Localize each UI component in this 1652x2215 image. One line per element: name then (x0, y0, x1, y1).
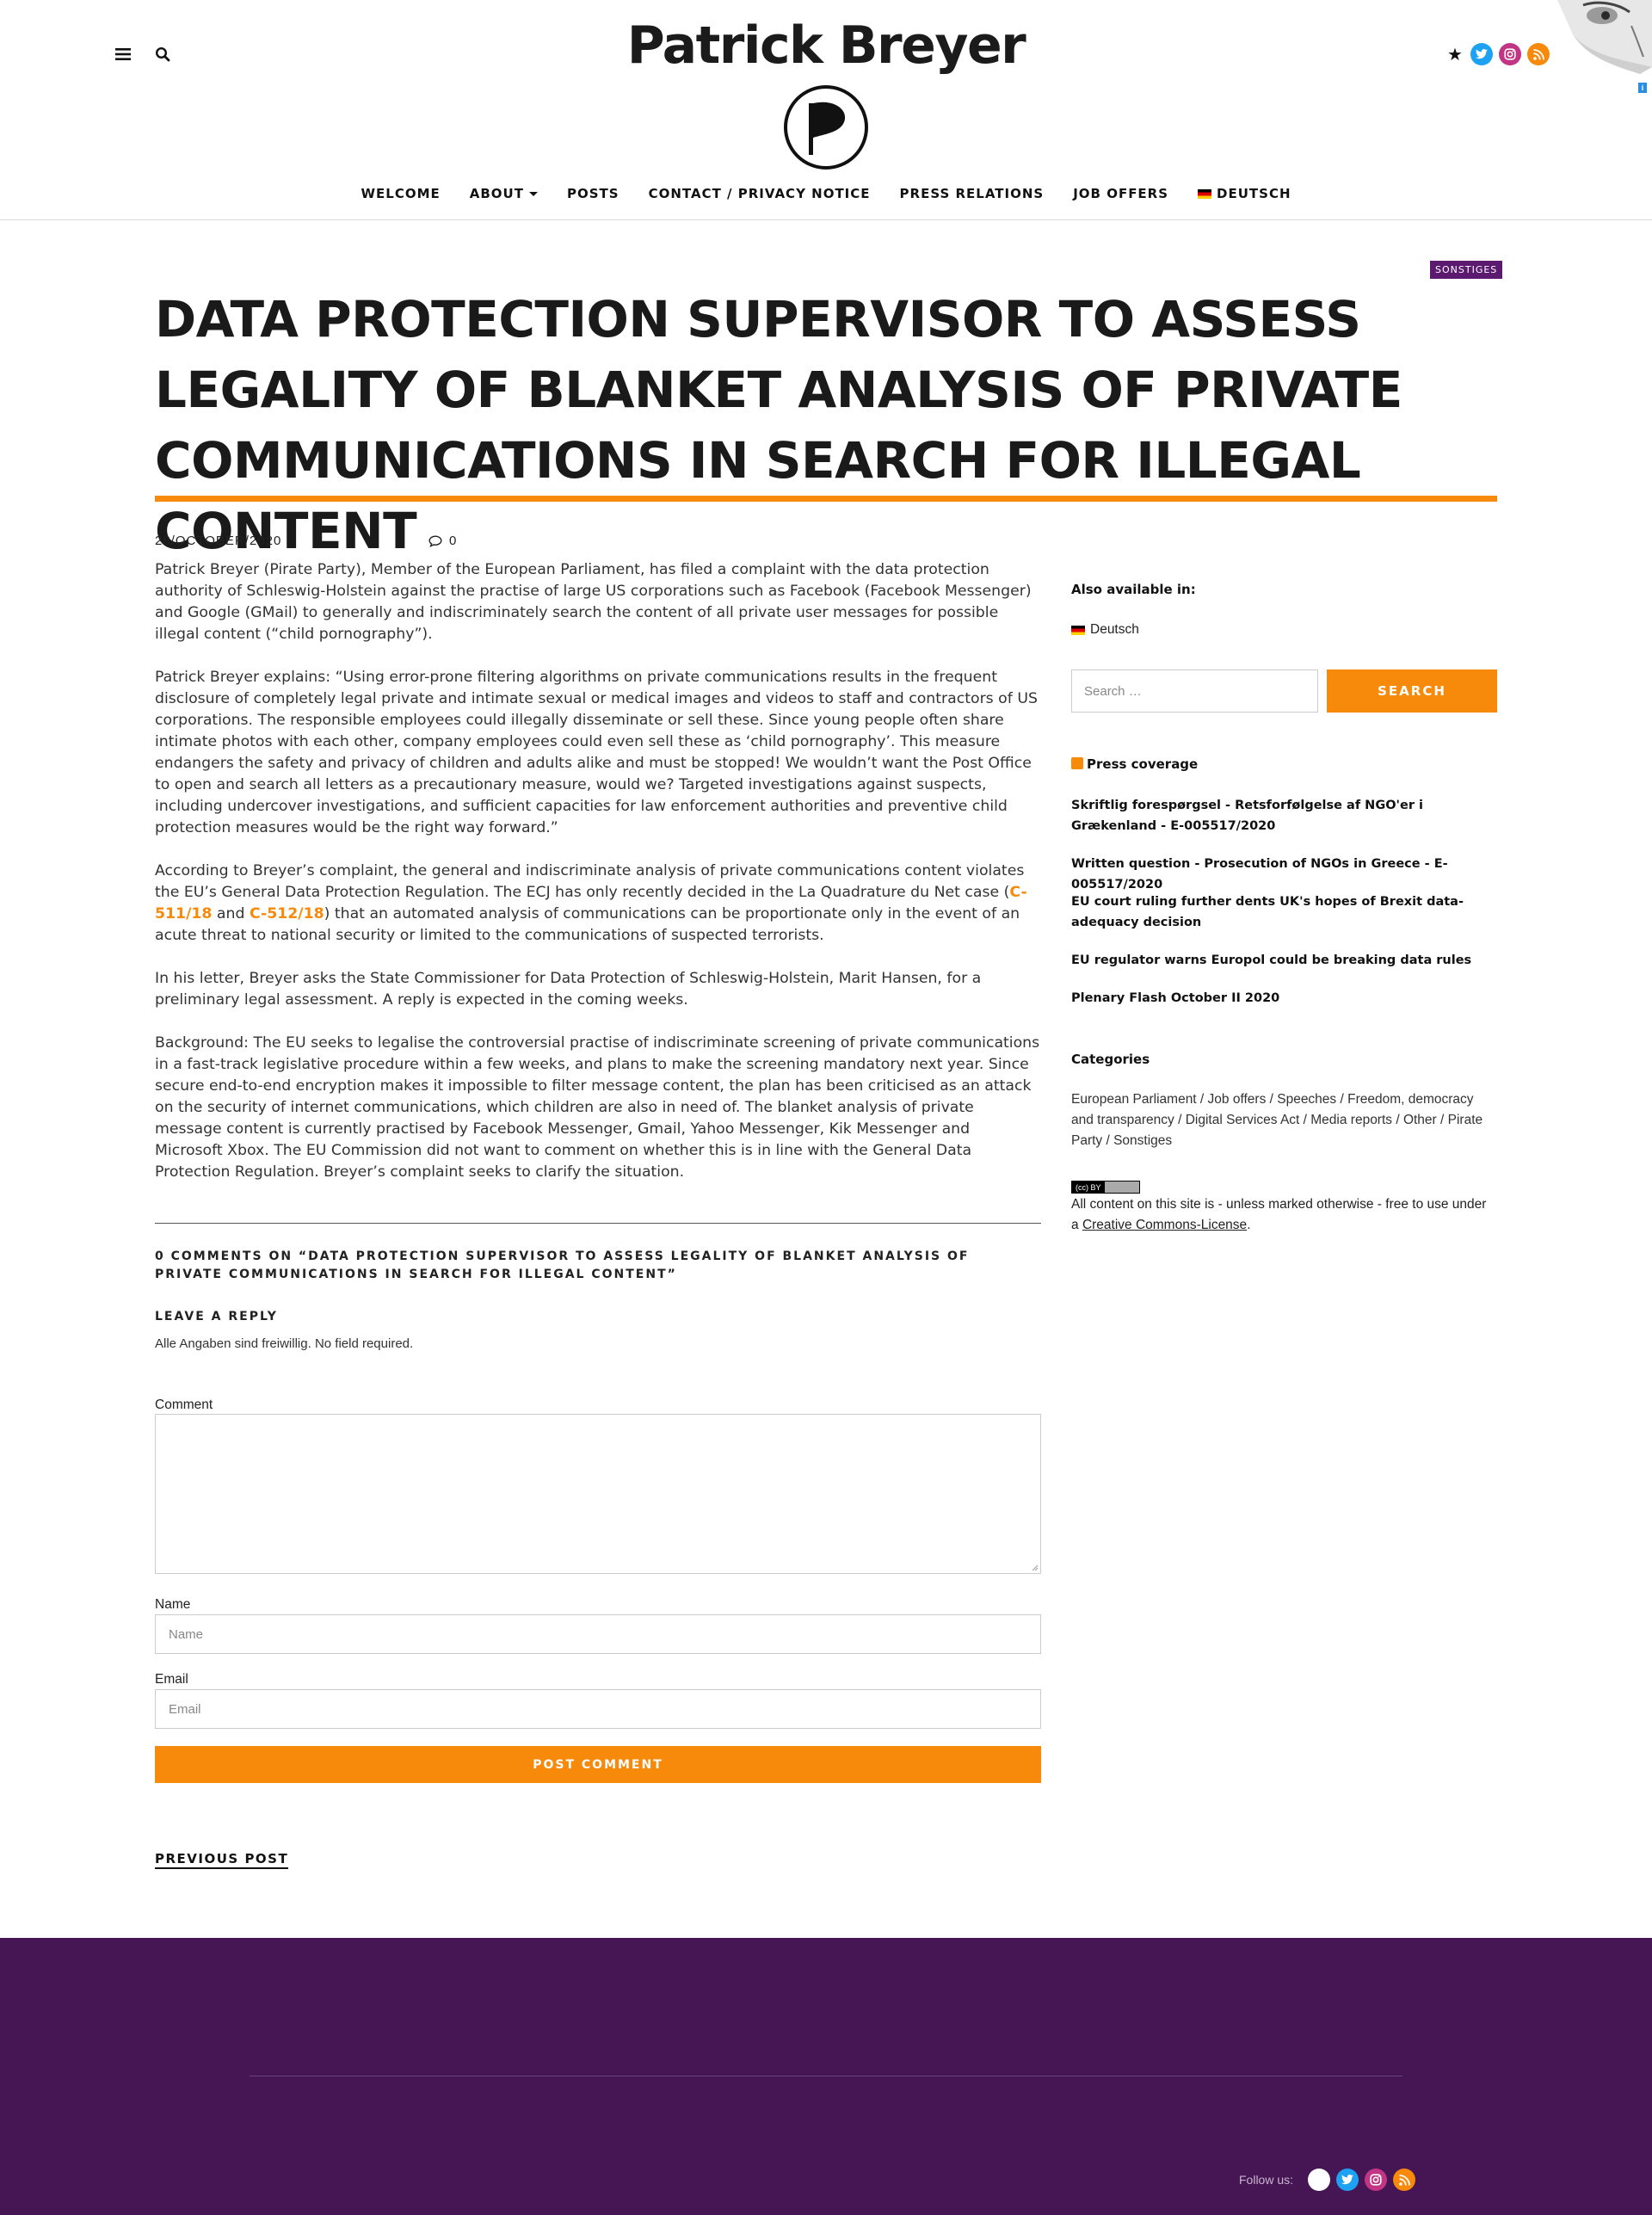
license-text: All content on this site is - unless mar… (1071, 1194, 1497, 1236)
categories-title: Categories (1071, 1052, 1150, 1067)
comment-count-link[interactable]: 0 (428, 534, 456, 548)
nav-press-label: PRESS RELATIONS (899, 186, 1045, 201)
comments-title: 0 COMMENTS ON “DATA PROTECTION SUPERVISO… (155, 1249, 970, 1281)
press-item[interactable]: Written question - Prosecution of NGOs i… (1071, 854, 1497, 895)
instagram-icon[interactable] (1499, 43, 1521, 65)
main-nav: WELCOME ABOUT POSTS CONTACT / PRIVACY NO… (0, 186, 1652, 201)
language-label: Deutsch (1090, 622, 1139, 637)
nav-posts-label: POSTS (566, 186, 620, 201)
email-input[interactable]: Email (155, 1689, 1041, 1729)
nav-deutsch-label: DEUTSCH (1217, 186, 1291, 201)
german-flag-icon (1198, 188, 1212, 199)
article-date: 28/OCTOBER/2020 (155, 534, 282, 548)
article-paragraph: In his letter, Breyer asks the State Com… (155, 970, 982, 1009)
site-header: Patrick Breyer ★ i WELCOME ABOUT POSTS C… (0, 0, 1652, 220)
nav-jobs-label: JOB OFFERS (1073, 186, 1169, 201)
social-links: ★ (1446, 43, 1550, 65)
twitter-icon[interactable] (1470, 43, 1493, 65)
rss-icon[interactable] (1393, 2169, 1416, 2191)
comment-icon (428, 534, 442, 547)
also-available-title: Also available in: (1071, 582, 1196, 597)
article-body: Patrick Breyer (Pirate Party), Member of… (155, 559, 1041, 1205)
press-item[interactable]: EU regulator warns Europol could be brea… (1071, 950, 1497, 971)
press-item[interactable]: Plenary Flash October II 2020 (1071, 988, 1497, 1009)
reply-title: LEAVE A REPLY (155, 1310, 278, 1323)
follow-label: Follow us: (1239, 2173, 1294, 2187)
nav-deutsch[interactable]: DEUTSCH (1183, 186, 1305, 201)
post-comment-button[interactable]: POST COMMENT (155, 1746, 1041, 1783)
paragraph-text: According to Breyer’s complaint, the gen… (155, 862, 1025, 901)
previous-post-link[interactable]: PREVIOUS POST (155, 1851, 289, 1869)
star-icon[interactable] (1308, 2169, 1331, 2191)
pirate-logo[interactable] (783, 84, 869, 170)
creative-commons-badge[interactable]: (cc) BY (1071, 1181, 1140, 1194)
creative-commons-link[interactable]: Creative Commons-License (1082, 1218, 1247, 1232)
sidebar-search-button[interactable]: SEARCH (1327, 669, 1497, 713)
twitter-icon[interactable] (1336, 2169, 1359, 2191)
nav-about[interactable]: ABOUT (455, 186, 552, 201)
press-coverage-title[interactable]: Press coverage (1071, 756, 1198, 772)
email-label: Email (155, 1672, 188, 1687)
resize-handle-icon[interactable] (1032, 1564, 1039, 1571)
press-item[interactable]: EU court ruling further dents UK's hopes… (1071, 892, 1497, 933)
language-link-deutsch[interactable]: Deutsch (1071, 622, 1139, 638)
nav-about-label: ABOUT (469, 186, 524, 201)
article-paragraph: According to Breyer’s complaint, the gen… (155, 861, 1041, 947)
comment-textarea[interactable] (155, 1414, 1041, 1574)
nav-contact-label: CONTACT / PRIVACY NOTICE (648, 186, 871, 201)
name-label: Name (155, 1597, 191, 1612)
reply-note: Alle Angaben sind freiwillig. No field r… (155, 1336, 414, 1351)
footer-social: Follow us: (1239, 2169, 1416, 2191)
press-item[interactable]: Skriftlig forespørgsel - Retsforfølgelse… (1071, 795, 1497, 836)
license-post: . (1247, 1218, 1251, 1232)
category-badge[interactable]: SONSTIGES (1430, 261, 1503, 279)
categories-list[interactable]: European Parliament / Job offers / Speec… (1071, 1089, 1497, 1151)
case-link-c512[interactable]: C-512/18 (250, 905, 324, 922)
nav-job-offers[interactable]: JOB OFFERS (1058, 186, 1183, 201)
article-paragraph: Patrick Breyer (Pirate Party), Member of… (155, 561, 1032, 643)
paragraph-text: and (212, 905, 250, 922)
instagram-icon[interactable] (1365, 2169, 1388, 2191)
info-icon[interactable]: i (1638, 83, 1647, 93)
article-paragraph: Patrick Breyer explains: “Using error-pr… (155, 669, 1038, 836)
article-paragraph: Background: The EU seeks to legalise the… (155, 1034, 1040, 1181)
rss-icon[interactable] (1527, 43, 1550, 65)
nav-press-relations[interactable]: PRESS RELATIONS (885, 186, 1059, 201)
title-underline (155, 496, 1497, 502)
sidebar-search-input[interactable]: Search … (1071, 669, 1318, 713)
page-peel-corner[interactable] (1557, 0, 1652, 86)
rss-icon (1071, 757, 1083, 769)
nav-posts[interactable]: POSTS (552, 186, 634, 201)
site-footer: Follow us: (0, 1938, 1652, 2215)
article-title: DATA PROTECTION SUPERVISOR TO ASSESS LEG… (155, 290, 1402, 560)
site-title[interactable]: Patrick Breyer (0, 15, 1652, 76)
comment-label: Comment (155, 1397, 213, 1412)
comment-count: 0 (449, 534, 457, 548)
star-icon[interactable]: ★ (1446, 43, 1464, 65)
nav-contact[interactable]: CONTACT / PRIVACY NOTICE (634, 186, 885, 201)
caret-down-icon (528, 191, 538, 196)
name-input[interactable]: Name (155, 1614, 1041, 1654)
press-title-label: Press coverage (1087, 756, 1199, 772)
nav-welcome-label: WELCOME (361, 186, 441, 201)
nav-welcome[interactable]: WELCOME (346, 186, 454, 201)
german-flag-icon (1071, 625, 1085, 635)
comments-divider (155, 1223, 1041, 1224)
